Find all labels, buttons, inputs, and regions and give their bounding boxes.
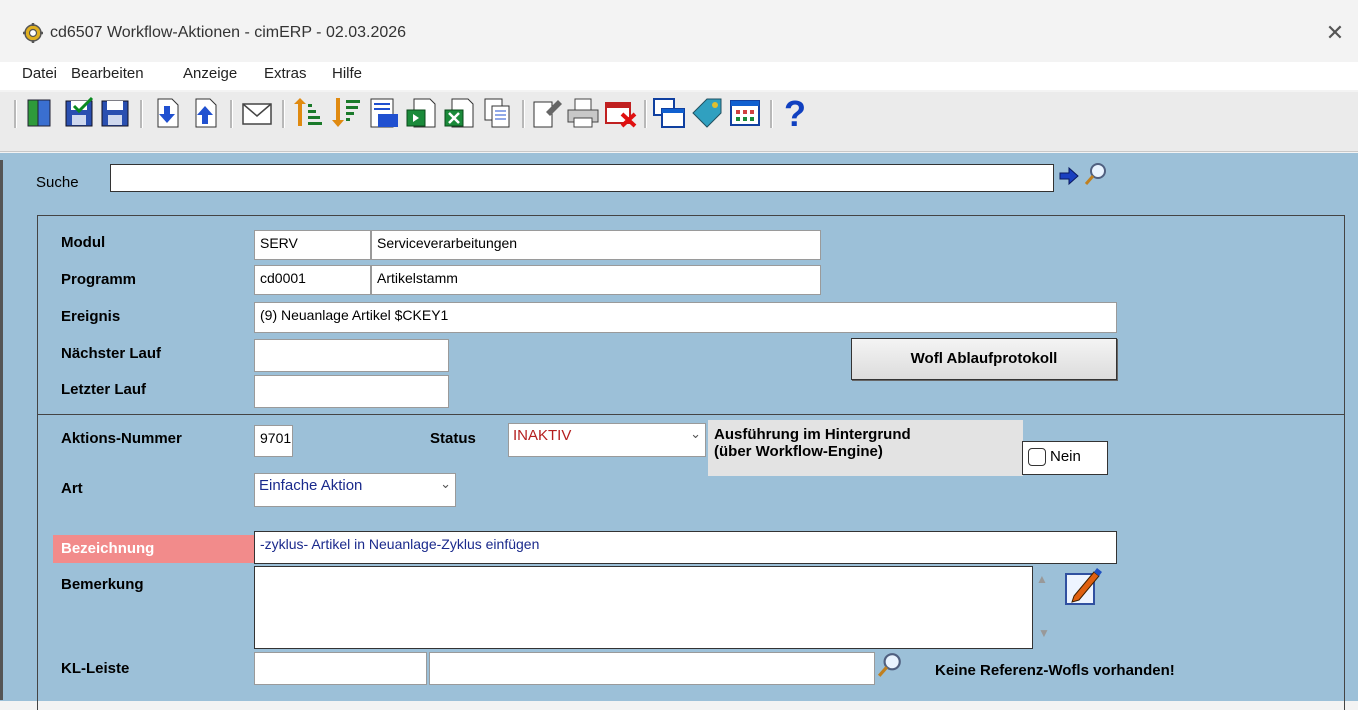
sort-desc-icon[interactable] — [328, 96, 362, 130]
page-down-icon[interactable] — [150, 96, 184, 130]
programm-code-field[interactable]: cd0001 — [254, 265, 371, 295]
delete-red-icon[interactable] — [604, 96, 638, 130]
excel-icon[interactable] — [442, 96, 476, 130]
toolbar-separator — [282, 100, 285, 128]
aktionsnummer-label: Aktions-Nummer — [61, 430, 182, 447]
scroll-up-icon[interactable]: ▲ — [1036, 572, 1048, 586]
save-check-icon[interactable] — [62, 96, 96, 130]
referenz-wofls-message: Keine Referenz-Wofls vorhanden! — [935, 662, 1175, 679]
bezeichnung-label: Bezeichnung — [53, 535, 254, 563]
counter-123-icon[interactable] — [366, 96, 400, 130]
hintergrund-checkbox[interactable] — [1028, 448, 1046, 466]
letzter-lauf-field[interactable] — [254, 375, 449, 408]
arrow-right-icon[interactable] — [1058, 166, 1080, 186]
chevron-down-icon: ⌄ — [690, 426, 701, 441]
help-icon[interactable]: ? — [778, 96, 812, 130]
bemerkung-textarea[interactable] — [254, 566, 1033, 649]
window-edge — [0, 160, 3, 700]
ereignis-field[interactable]: (9) Neuanlage Artikel $CKEY1 — [254, 302, 1117, 333]
grid-icon[interactable] — [728, 96, 762, 130]
search-label: Suche — [36, 174, 79, 191]
sort-asc-icon[interactable] — [290, 96, 324, 130]
programm-label: Programm — [61, 271, 137, 288]
art-value: Einfache Aktion — [259, 477, 363, 494]
bezeichnung-field[interactable]: -zyklus- Artikel in Neuanlage-Zyklus ein… — [254, 531, 1117, 564]
close-button[interactable]: ✕ — [1318, 18, 1352, 48]
toolbar-separator — [14, 100, 17, 128]
status-label: Status — [430, 430, 476, 447]
modul-label: Modul — [61, 234, 106, 251]
bemerkung-label: Bemerkung — [61, 576, 144, 593]
hintergrund-checkbox-label: Nein — [1050, 448, 1081, 465]
scroll-down-icon[interactable]: ▼ — [1038, 626, 1050, 640]
modul-text-field[interactable]: Serviceverarbeitungen — [371, 230, 821, 260]
naechster-lauf-field[interactable] — [254, 339, 449, 372]
menu-bearbeiten[interactable]: Bearbeiten — [71, 65, 144, 82]
art-select[interactable]: Einfache Aktion ⌄ — [254, 473, 456, 507]
kl-leiste-field-2[interactable] — [429, 652, 875, 685]
menu-extras[interactable]: Extras — [264, 65, 307, 82]
exit-door-icon[interactable] — [22, 96, 56, 130]
edit-doc-icon[interactable] — [530, 96, 564, 130]
menu-hilfe[interactable]: Hilfe — [332, 65, 362, 82]
tag-icon[interactable] — [690, 96, 724, 130]
toolbar-separator — [770, 100, 773, 128]
window-title: cd6507 Workflow-Aktionen - cimERP - 02.0… — [50, 24, 407, 41]
save-icon[interactable] — [98, 96, 132, 130]
kl-leiste-field-1[interactable] — [254, 652, 427, 685]
search-icon[interactable] — [1084, 162, 1108, 186]
toolbar-separator — [522, 100, 525, 128]
naechster-lauf-label: Nächster Lauf — [61, 345, 162, 362]
aktionsnummer-field[interactable]: 9701 — [254, 425, 293, 457]
letzter-lauf-label: Letzter Lauf — [61, 381, 147, 398]
page-up-icon[interactable] — [188, 96, 222, 130]
search-input[interactable] — [110, 164, 1054, 192]
export-green-icon[interactable] — [404, 96, 438, 130]
menu-anzeige[interactable]: Anzeige — [183, 65, 237, 82]
toolbar-separator — [644, 100, 647, 128]
chevron-down-icon: ⌄ — [440, 476, 451, 491]
modul-code-field[interactable]: SERV — [254, 230, 371, 260]
mail-icon[interactable] — [240, 96, 274, 130]
programm-text-field[interactable]: Artikelstamm — [371, 265, 821, 295]
ereignis-label: Ereignis — [61, 308, 121, 325]
toolbar-separator — [230, 100, 233, 128]
search-icon[interactable] — [877, 652, 903, 678]
windows-icon[interactable] — [652, 96, 686, 130]
wofl-ablaufprotokoll-button[interactable]: Wofl Ablaufprotokoll — [851, 338, 1117, 380]
svg-text:?: ? — [784, 96, 806, 130]
status-value: INAKTIV — [513, 427, 572, 444]
menu-datei[interactable]: Datei — [22, 65, 57, 82]
status-select[interactable]: INAKTIV ⌄ — [508, 423, 706, 457]
panel-divider — [37, 414, 1345, 415]
copy-pages-icon[interactable] — [480, 96, 514, 130]
kl-leiste-label: KL-Leiste — [61, 660, 130, 677]
toolbar: ? — [0, 92, 1358, 152]
toolbar-separator — [140, 100, 143, 128]
art-label: Art — [61, 480, 83, 497]
hintergrund-label: Ausführung im Hintergrund (über Workflow… — [708, 420, 1023, 476]
gear-icon — [23, 23, 43, 43]
menu-bar: Datei Bearbeiten Anzeige Extras Hilfe — [0, 62, 1358, 90]
pencil-edit-icon[interactable] — [1064, 566, 1102, 606]
print-icon[interactable] — [566, 96, 600, 130]
